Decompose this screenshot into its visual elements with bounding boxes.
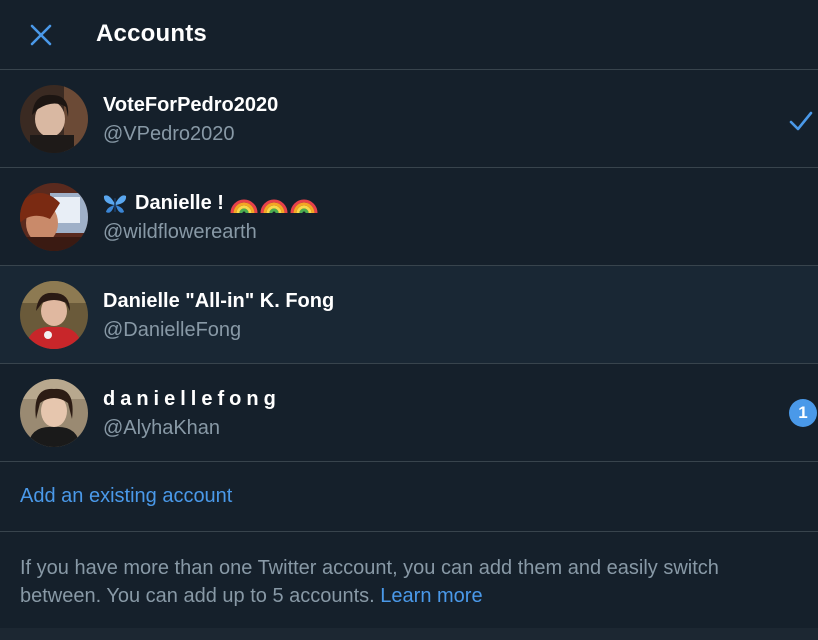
page-title: Accounts	[96, 20, 207, 47]
add-account-row: Add an existing account	[0, 462, 818, 532]
account-display-name: daniellefong	[103, 388, 281, 410]
account-display-name-text: Danielle !	[135, 192, 224, 214]
account-handle: @DanielleFong	[103, 319, 242, 341]
accounts-header: Accounts	[0, 0, 818, 70]
add-existing-account-link[interactable]: Add an existing account	[20, 485, 232, 508]
account-handle: @wildflowerearth	[103, 221, 257, 243]
avatar	[20, 379, 88, 447]
rainbow-icon	[230, 193, 258, 215]
checkmark-icon	[789, 111, 813, 131]
butterfly-icon	[103, 193, 127, 215]
account-handle: @VPedro2020	[103, 123, 235, 145]
account-display-name: VoteForPedro2020	[103, 94, 279, 116]
account-row-wildflowerearth[interactable]: Danielle ! @wildflowerearth	[0, 168, 818, 266]
rainbow-icon	[260, 193, 288, 215]
account-handle: @AlyhaKhan	[103, 417, 221, 439]
rainbow-icon	[290, 193, 318, 215]
close-icon	[30, 24, 52, 46]
close-button[interactable]	[26, 20, 56, 50]
account-row-daniellefong[interactable]: Danielle "All-in" K. Fong @DanielleFong	[0, 266, 818, 364]
account-row-vpedro2020[interactable]: VoteForPedro2020 @VPedro2020	[0, 70, 818, 168]
learn-more-link[interactable]: Learn more	[380, 585, 482, 607]
avatar	[20, 85, 88, 153]
accounts-info-body: If you have more than one Twitter accoun…	[20, 557, 719, 607]
account-display-name: Danielle !	[103, 192, 318, 215]
avatar	[20, 281, 88, 349]
account-row-alyhakhan[interactable]: daniellefong @AlyhaKhan 1	[0, 364, 818, 462]
avatar	[20, 183, 88, 251]
account-display-name: Danielle "All-in" K. Fong	[103, 290, 335, 312]
bottom-divider	[0, 628, 818, 640]
notification-badge: 1	[789, 399, 817, 427]
accounts-info-text: If you have more than one Twitter accoun…	[20, 554, 800, 610]
